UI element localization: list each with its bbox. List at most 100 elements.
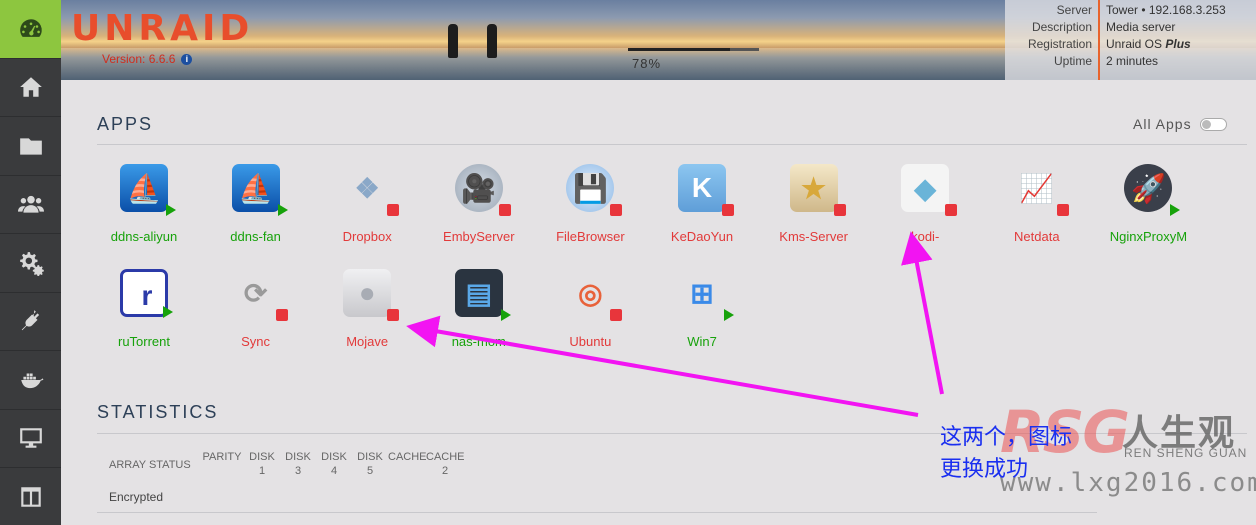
apple-icon[interactable]: ● xyxy=(343,269,400,321)
info-icon[interactable]: i xyxy=(181,53,193,65)
app-tile-kodi[interactable]: ◆ kodi- xyxy=(870,164,980,244)
running-status-icon xyxy=(1170,204,1181,216)
disk3-header: DISK 3 xyxy=(280,450,316,478)
cache-label: CACHE xyxy=(388,451,427,463)
app-tile-embyserver[interactable]: 🎥 EmbyServer xyxy=(424,164,534,244)
stopped-status-icon xyxy=(833,204,846,216)
server-value: Tower • 192.168.3.253 xyxy=(1106,3,1226,17)
sidebar-item-vms[interactable] xyxy=(0,410,61,468)
disk5-header: DISK 5 xyxy=(352,450,388,478)
ubuntu-icon[interactable]: ◎ xyxy=(566,269,623,321)
app-label[interactable]: ddns-fan xyxy=(201,229,311,244)
app-label[interactable]: KeDaoYun xyxy=(647,229,757,244)
sync-icon-glyph: ⟳ xyxy=(243,277,268,309)
app-label[interactable]: NginxProxyM xyxy=(1093,229,1203,244)
sidebar-item-plugins[interactable] xyxy=(0,293,61,351)
film-camera-icon[interactable]: 🎥 xyxy=(454,164,511,216)
app-tile-ddns-aliyun[interactable]: ⛵ ddns-aliyun xyxy=(89,164,199,244)
app-label[interactable]: Kms-Server xyxy=(759,229,869,244)
app-label[interactable]: Ubuntu xyxy=(535,334,645,349)
folder-icon xyxy=(19,138,42,155)
app-tile-rutorrent[interactable]: r ruTorrent xyxy=(89,269,199,349)
sailboat-icon[interactable]: ⛵ xyxy=(120,164,176,216)
version-info[interactable]: Version: 6.6.6 i xyxy=(102,52,193,66)
app-label[interactable]: kodi- xyxy=(870,229,980,244)
running-status-icon xyxy=(277,204,288,216)
annotation-text: 这两个，图标 更换成功 xyxy=(940,422,1072,486)
uptime-value: 2 minutes xyxy=(1106,54,1159,68)
disk-label: DISK xyxy=(285,451,311,463)
floppy-icon[interactable]: 💾 xyxy=(566,164,623,216)
header-banner: UNRAID Version: 6.6.6 i 78% Server Descr… xyxy=(61,0,1256,80)
star-icon[interactable]: ★ xyxy=(789,164,846,216)
server-key: Server xyxy=(1056,3,1092,17)
windows-icon-glyph: ⊞ xyxy=(690,277,714,309)
app-tile-kms-server[interactable]: ★ Kms-Server xyxy=(759,164,869,244)
app-tile-kedaoyun[interactable]: K KeDaoYun xyxy=(647,164,757,244)
dropbox-icon-glyph: ❖ xyxy=(354,172,380,204)
windows-icon[interactable]: ⊞ xyxy=(678,269,734,321)
app-label[interactable]: Netdata xyxy=(982,229,1092,244)
app-label[interactable]: Sync xyxy=(201,334,311,349)
app-tile-dropbox[interactable]: ❖ Dropbox xyxy=(312,164,422,244)
parity-header: PARITY xyxy=(200,450,244,464)
app-tile-sync[interactable]: ⟳ Sync xyxy=(201,269,311,349)
description-value: Media server xyxy=(1106,20,1176,34)
ubuntu-icon-glyph: ◎ xyxy=(578,277,603,309)
sidebar-item-dashboard[interactable] xyxy=(0,0,61,59)
stopped-status-icon xyxy=(387,309,400,321)
toggle-switch[interactable] xyxy=(1199,117,1227,131)
app-tile-win7[interactable]: ⊞ Win7 xyxy=(647,269,757,349)
disk-label: DISK xyxy=(357,451,383,463)
sidebar-item-main[interactable] xyxy=(0,59,61,117)
all-apps-toggle[interactable]: All Apps xyxy=(1133,116,1227,132)
sidebar-item-apps[interactable] xyxy=(0,468,61,525)
sidebar-item-settings[interactable] xyxy=(0,234,61,293)
disk-label: DISK xyxy=(249,451,275,463)
kodi-icon[interactable]: ◆ xyxy=(901,164,958,216)
parity-label: PARITY xyxy=(202,451,242,463)
nas-device-icon[interactable]: ▤ xyxy=(454,269,511,321)
app-label[interactable]: FileBrowser xyxy=(535,229,645,244)
sidebar-item-users[interactable] xyxy=(0,176,61,234)
sidebar-item-docker[interactable] xyxy=(0,351,61,410)
registration-os: Unraid OS xyxy=(1106,37,1163,51)
uptime-key: Uptime xyxy=(1053,54,1092,68)
app-label[interactable]: ruTorrent xyxy=(89,334,199,349)
sailboat-icon[interactable]: ⛵ xyxy=(231,164,288,216)
disk1-header: DISK 1 xyxy=(244,450,280,478)
sidebar-item-shares[interactable] xyxy=(0,117,61,176)
plugin-icon xyxy=(21,310,39,331)
usage-bar xyxy=(628,48,759,51)
sync-icon[interactable]: ⟳ xyxy=(232,269,288,321)
app-label[interactable]: Dropbox xyxy=(312,229,422,244)
app-label[interactable]: Win7 xyxy=(647,334,757,349)
registration-key: Registration xyxy=(1027,37,1092,51)
app-label[interactable]: Mojave xyxy=(312,334,422,349)
usage-bar-fill xyxy=(628,48,731,51)
r-logo-icon[interactable]: r xyxy=(120,269,173,318)
stopped-status-icon xyxy=(387,204,400,216)
app-tile-nginxproxym[interactable]: 🚀 NginxProxyM xyxy=(1093,164,1203,244)
rocket-icon[interactable]: 🚀 xyxy=(1124,164,1181,216)
cache-number: 2 xyxy=(441,465,449,477)
k-logo-icon[interactable]: K xyxy=(678,164,734,216)
app-tile-ddns-fan[interactable]: ⛵ ddns-fan xyxy=(201,164,311,244)
registration-value[interactable]: Unraid OS Plus xyxy=(1106,36,1226,53)
app-tile-netdata[interactable]: 📈 Netdata xyxy=(982,164,1092,244)
dropbox-icon[interactable]: ❖ xyxy=(343,164,400,216)
app-tile-filebrowser[interactable]: 💾 FileBrowser xyxy=(535,164,645,244)
annotation-line-1: 这两个，图标 xyxy=(940,425,1073,450)
registration-plus: Plus xyxy=(1165,37,1191,51)
app-tile-mojave[interactable]: ● Mojave xyxy=(312,269,422,349)
chart-arrow-icon[interactable]: 📈 xyxy=(1013,164,1069,216)
app-label[interactable]: ddns-aliyun xyxy=(89,229,199,244)
app-label[interactable]: EmbyServer xyxy=(424,229,534,244)
apps-title: APPS xyxy=(97,114,154,134)
app-tile-nas-mom[interactable]: ▤ nas-mom xyxy=(424,269,534,349)
app-label[interactable]: nas-mom xyxy=(424,334,534,349)
app-tile-ubuntu[interactable]: ◎ Ubuntu xyxy=(535,269,645,349)
running-status-icon xyxy=(724,309,734,321)
disk-number: 3 xyxy=(294,465,302,477)
unraid-logo[interactable]: UNRAID xyxy=(71,8,253,49)
